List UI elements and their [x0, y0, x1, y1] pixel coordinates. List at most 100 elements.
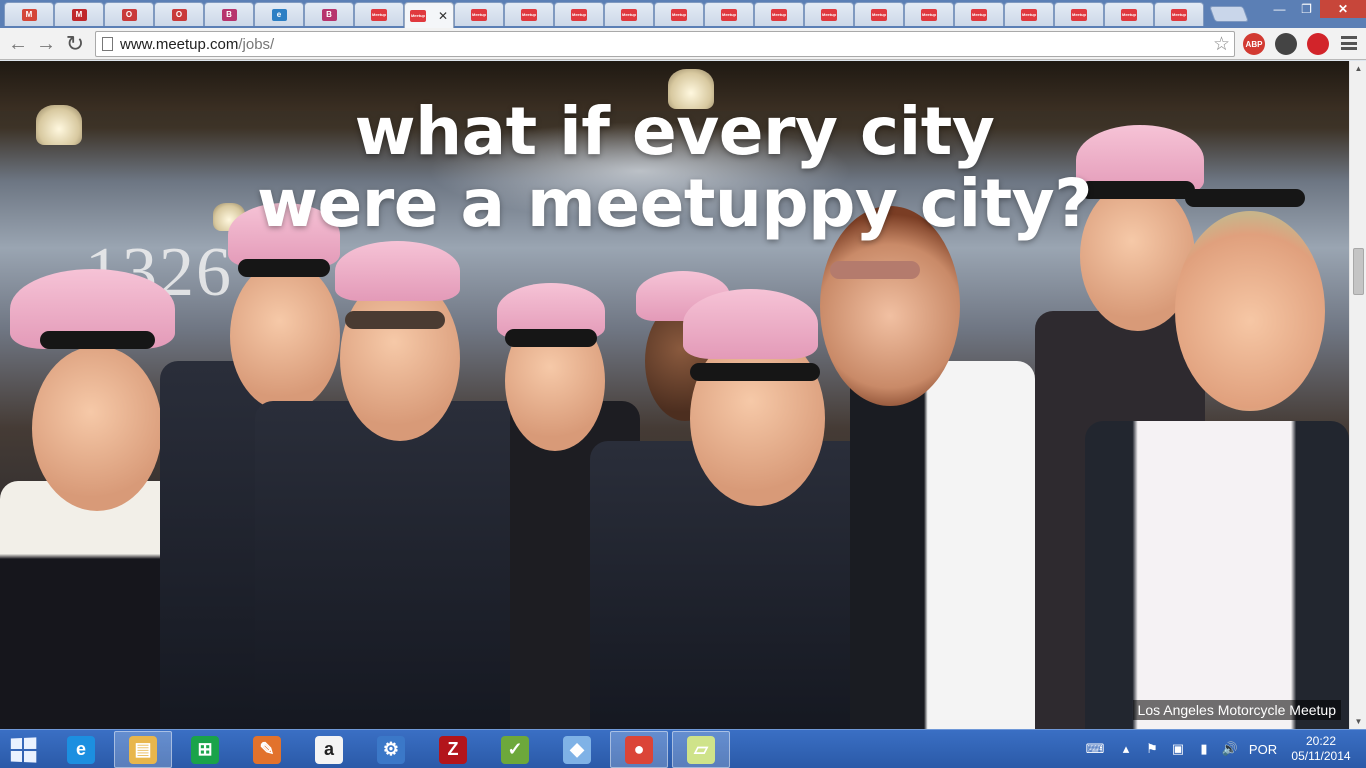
sunglasses — [690, 363, 820, 381]
browser-tab-strip: M M O O Be B Meetup Meetup ✕ Meetup Meetup Meetup Me… — [0, 0, 1366, 28]
meetup-icon: Meetup — [671, 8, 687, 21]
person-vest — [850, 361, 1035, 729]
browser-tab[interactable]: B — [204, 2, 254, 26]
meetup-icon: Meetup — [371, 8, 387, 21]
minimize-button[interactable]: — — [1266, 0, 1293, 18]
chrome-menu-icon[interactable] — [1340, 34, 1358, 52]
taskbar-app-button[interactable]: e — [52, 731, 110, 768]
globe-icon: e — [271, 8, 287, 21]
page-viewport: 1326 what if every city were a meetuppy … — [0, 61, 1349, 729]
browser-tab[interactable]: Meetup — [504, 2, 554, 26]
hero-headline: what if every city were a meetuppy city? — [0, 96, 1349, 240]
close-window-button[interactable]: ✕ — [1320, 0, 1366, 18]
amazon-icon: a — [315, 735, 343, 764]
browser-tab[interactable]: B — [304, 2, 354, 26]
keyboard-icon[interactable]: ⌨ — [1080, 741, 1110, 757]
scroll-down-arrow-icon[interactable]: ▼ — [1350, 714, 1366, 729]
browser-tab[interactable]: Meetup — [704, 2, 754, 26]
browser-tab[interactable]: M — [54, 2, 104, 26]
browser-tab[interactable]: e — [254, 2, 304, 26]
meetup-icon: Meetup — [821, 8, 837, 21]
browser-tab[interactable]: Meetup — [554, 2, 604, 26]
url-text[interactable]: www.meetup.com/jobs/ — [120, 36, 274, 53]
meetup-icon: Meetup — [521, 8, 537, 21]
browser-tab[interactable]: Meetup ✕ — [404, 2, 454, 28]
meetup-icon: Meetup — [871, 8, 887, 21]
volume-icon[interactable]: 🔊 — [1220, 741, 1240, 757]
taskbar-app-button[interactable]: ⚙ — [362, 731, 420, 768]
paint-app-icon: ✎ — [253, 735, 281, 764]
chrome-icon: ● — [625, 735, 653, 764]
browser-tab[interactable]: Meetup — [1154, 2, 1204, 26]
taskbar-app-button[interactable]: Z — [424, 731, 482, 768]
browser-tab[interactable]: Meetup — [454, 2, 504, 26]
bookmark-star-icon[interactable]: ☆ — [1213, 33, 1230, 56]
windows-start-icon[interactable] — [10, 737, 37, 763]
power-extension-icon[interactable] — [1307, 33, 1329, 55]
taskbar-app-button[interactable]: ⊞ — [176, 731, 234, 768]
browser-tab[interactable]: Meetup — [1004, 2, 1054, 26]
browser-toolbar: ← → ↻ www.meetup.com/jobs/ ☆ ABP — [0, 28, 1366, 60]
cube-app-icon: ◆ — [563, 735, 591, 764]
browser-tab[interactable]: Meetup — [954, 2, 1004, 26]
adblock-plus-icon[interactable]: ABP — [1243, 33, 1265, 55]
clock-time: 20:22 — [1305, 734, 1337, 748]
browser-tab[interactable]: O — [104, 2, 154, 26]
person-face — [32, 346, 162, 511]
taskbar-app-button[interactable]: ◆ — [548, 731, 606, 768]
taskbar-app-button[interactable]: ● — [610, 731, 668, 768]
browser-tab[interactable]: Meetup — [654, 2, 704, 26]
reload-icon[interactable]: ↻ — [63, 31, 87, 56]
browser-tab[interactable]: Meetup — [804, 2, 854, 26]
b-icon: B — [321, 8, 337, 21]
headline-line-2: were a meetuppy city? — [257, 165, 1092, 242]
taskbar-app-button[interactable]: ▱ — [672, 731, 730, 768]
browser-tab[interactable]: O — [154, 2, 204, 26]
file-explorer-icon: ▤ — [129, 735, 157, 764]
person-vest — [1085, 421, 1349, 729]
address-bar[interactable]: www.meetup.com/jobs/ ☆ — [95, 31, 1235, 57]
browser-tab[interactable]: Meetup — [854, 2, 904, 26]
browser-tab[interactable]: Meetup — [1054, 2, 1104, 26]
forward-arrow-icon[interactable]: → — [34, 32, 58, 56]
notepad-icon: ✓ — [501, 735, 529, 764]
window-controls: — ❐ ✕ — [1266, 0, 1366, 20]
browser-tab[interactable]: M — [4, 2, 54, 26]
meetup-icon: Meetup — [721, 8, 737, 21]
vertical-scrollbar[interactable]: ▲ ▼ — [1349, 61, 1366, 729]
restore-button[interactable]: ❐ — [1293, 0, 1320, 18]
taskbar-app-button[interactable]: ✎ — [238, 731, 296, 768]
network-icon[interactable]: ▣ — [1168, 741, 1188, 757]
back-arrow-icon[interactable]: ← — [6, 32, 30, 56]
windows-taskbar: e ▤ ⊞ ✎ a ⚙ Z ✓ ◆ ● ▱ ⌨ ▴ ⚑ ▣ ▮ 🔊 POR 20:22 05/11/… — [0, 729, 1366, 768]
meetup-icon: Meetup — [409, 9, 426, 22]
puzzle-extension-icon[interactable] — [1275, 33, 1297, 55]
clock-date: 05/11/2014 — [1291, 749, 1351, 763]
browser-tab[interactable]: Meetup — [1104, 2, 1154, 26]
filezilla-icon: Z — [439, 735, 467, 764]
new-tab-button[interactable] — [1209, 6, 1249, 22]
system-tray: ⌨ ▴ ⚑ ▣ ▮ 🔊 POR — [1080, 736, 1286, 762]
show-hidden-icons-icon[interactable]: ▴ — [1116, 741, 1136, 757]
sunglasses — [238, 259, 330, 277]
power-icon[interactable]: ▮ — [1194, 741, 1214, 757]
action-center-flag-icon[interactable]: ⚑ — [1142, 741, 1162, 757]
browser-tab[interactable]: Meetup — [604, 2, 654, 26]
photo-caption: Los Angeles Motorcycle Meetup — [1132, 700, 1341, 720]
opera-red-icon: O — [121, 8, 137, 21]
browser-tab[interactable]: Meetup — [354, 2, 404, 26]
close-tab-icon[interactable]: ✕ — [438, 10, 448, 22]
taskbar-app-button[interactable]: ▤ — [114, 731, 172, 768]
person-face — [1175, 211, 1325, 411]
taskbar-clock[interactable]: 20:22 05/11/2014 — [1290, 734, 1352, 764]
browser-tab[interactable]: Meetup — [904, 2, 954, 26]
taskbar-app-button[interactable]: a — [300, 731, 358, 768]
sunglasses — [40, 331, 155, 349]
taskbar-app-button[interactable]: ✓ — [486, 731, 544, 768]
browser-tab[interactable]: Meetup — [754, 2, 804, 26]
sunglasses — [830, 261, 920, 279]
page-icon — [102, 37, 113, 51]
scroll-up-arrow-icon[interactable]: ▲ — [1350, 61, 1366, 76]
scrollbar-thumb[interactable] — [1353, 248, 1364, 295]
language-indicator[interactable]: POR — [1246, 741, 1280, 757]
